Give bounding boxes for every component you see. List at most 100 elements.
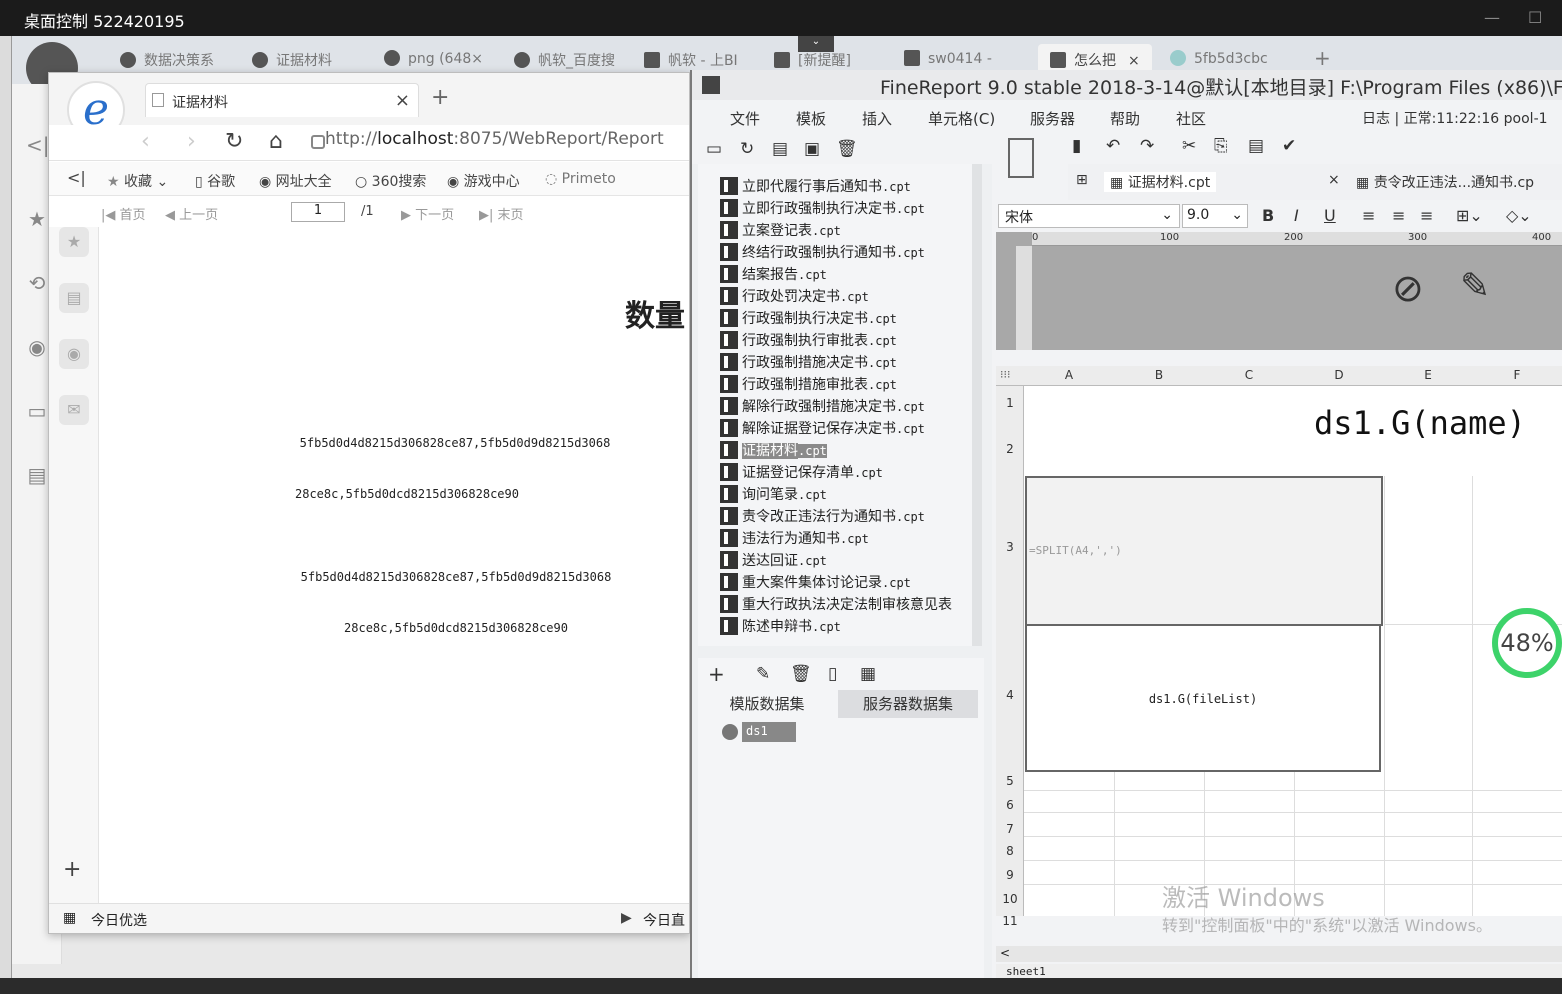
paste-icon[interactable]: ▤ <box>1248 136 1264 156</box>
add-icon[interactable]: + <box>708 662 725 686</box>
format-brush-icon[interactable]: ✔ <box>1282 136 1296 156</box>
next-page-button[interactable]: ▶ 下一页 <box>401 204 454 223</box>
sidebar-toggle-icon[interactable]: <| <box>67 168 86 187</box>
star-icon[interactable]: ★ <box>59 227 89 257</box>
star-icon[interactable]: ★ <box>26 208 48 230</box>
favorites-item[interactable]: ★ 收藏 ⌄ <box>107 171 168 191</box>
eye-off-icon[interactable]: ⊘ <box>1392 266 1424 310</box>
outer-tab[interactable]: 帆软_百度搜 <box>514 50 615 72</box>
tree-item[interactable]: 行政强制措施决定书.cpt <box>720 352 897 372</box>
scroll-left-icon[interactable]: < <box>1000 946 1010 960</box>
back-icon[interactable]: ‹ <box>141 129 150 154</box>
row-7[interactable]: 7 <box>996 822 1024 836</box>
save-icon[interactable]: ▮ <box>1072 136 1081 156</box>
tree-item[interactable]: 终结行政强制执行通知书.cpt <box>720 242 925 262</box>
outer-tab[interactable]: 证据材料 <box>252 50 332 72</box>
row-11[interactable]: 11 <box>996 914 1024 928</box>
outer-tab[interactable]: [新提醒] <box>774 50 851 72</box>
row-10[interactable]: 10 <box>996 892 1024 906</box>
tree-item[interactable]: 行政强制执行审批表.cpt <box>720 330 897 350</box>
close-icon[interactable]: × <box>1128 53 1140 69</box>
outer-tab[interactable]: 帆软 - 上BI <box>644 50 738 72</box>
cell-title-formula[interactable]: ds1.G(name) <box>1314 404 1526 442</box>
doc-icon[interactable]: ▤ <box>26 464 48 486</box>
forward-icon[interactable]: › <box>187 129 196 154</box>
weibo-icon[interactable]: ◉ <box>26 336 48 358</box>
first-page-button[interactable]: |◀ 首页 <box>101 204 146 223</box>
card-icon[interactable]: ▭ <box>26 400 48 422</box>
tree-item[interactable]: 解除行政强制措施决定书.cpt <box>720 396 925 416</box>
add-button[interactable]: + <box>63 857 81 882</box>
tree-item[interactable]: 陈述申辩书.cpt <box>720 616 841 636</box>
delete-icon[interactable]: 🗑 <box>836 139 858 159</box>
favorites-item[interactable]: ◉ 网址大全 <box>259 171 332 191</box>
new-tab-button[interactable]: + <box>431 85 449 110</box>
tree-item[interactable]: 行政强制措施审批表.cpt <box>720 374 897 394</box>
collapse-icon[interactable]: <| <box>26 134 50 156</box>
favorites-item[interactable]: ◌ Primeto <box>545 171 616 187</box>
cell-a3[interactable]: =SPLIT(A4,',') <box>1025 476 1383 626</box>
column-f[interactable]: F <box>1472 368 1562 382</box>
copy-icon[interactable]: ⎘ <box>1214 136 1228 156</box>
refresh-icon[interactable]: ↻ <box>740 139 754 159</box>
row-8[interactable]: 8 <box>996 844 1024 858</box>
menu-server[interactable]: 服务器 <box>1030 108 1075 129</box>
mail-icon[interactable]: ✉ <box>59 395 89 425</box>
status-right[interactable]: 今日直 <box>643 910 685 930</box>
menu-cell[interactable]: 单元格(C) <box>928 108 995 129</box>
close-tab-icon[interactable]: × <box>395 90 410 111</box>
row-2[interactable]: 2 <box>996 442 1024 456</box>
outer-tab[interactable]: png (648× <box>384 50 483 72</box>
edit-icon[interactable]: ✎ <box>756 664 770 684</box>
doc-tab[interactable]: ▦ 责令改正违法...通知书.cp <box>1356 172 1534 192</box>
favorites-item[interactable]: ▯ 谷歌 <box>195 171 235 191</box>
dataset-item[interactable]: ds1 <box>742 722 796 742</box>
tab-server-dataset[interactable]: 服务器数据集 <box>838 690 978 718</box>
history-icon[interactable]: ⟲ <box>26 272 48 294</box>
open-folder-icon[interactable]: ▭ <box>706 139 722 159</box>
last-page-button[interactable]: ▶| 末页 <box>479 204 524 223</box>
tree-item[interactable]: 违法行为通知书.cpt <box>720 528 869 548</box>
browser-tab[interactable]: 证据材料 × <box>145 83 419 117</box>
align-center-icon[interactable]: ≡ <box>1392 206 1405 225</box>
delete-icon[interactable]: 🗑 <box>790 664 812 684</box>
list-icon[interactable]: ▤ <box>772 139 788 159</box>
undo-icon[interactable]: ↶ <box>1106 136 1120 156</box>
menu-file[interactable]: 文件 <box>730 108 760 129</box>
home-icon[interactable]: ⌂ <box>269 129 283 154</box>
tree-item[interactable]: 立即行政强制执行决定书.cpt <box>720 198 925 218</box>
maximize-button[interactable]: ☐ <box>1528 8 1542 27</box>
tab-template-dataset[interactable]: 模版数据集 <box>698 690 836 718</box>
column-a[interactable]: A <box>1024 368 1114 382</box>
favorites-item[interactable]: ○ 360搜索 <box>355 171 426 191</box>
outer-tab[interactable]: sw0414 - <box>904 50 992 72</box>
favorites-item[interactable]: ◉ 游戏中心 <box>447 171 520 191</box>
tree-item[interactable]: 证据登记保存清单.cpt <box>720 462 883 482</box>
weibo-icon[interactable]: ◉ <box>59 339 89 369</box>
doc-tab-active[interactable]: ▦ 证据材料.cpt <box>1104 172 1217 192</box>
minimize-button[interactable]: — <box>1484 8 1500 27</box>
column-b[interactable]: B <box>1114 368 1204 382</box>
row-1[interactable]: 1 <box>996 396 1024 410</box>
address-bar[interactable]: http://localhost:8075/WebReport/Report <box>325 129 689 157</box>
settings-icon[interactable]: ▣ <box>804 139 820 159</box>
tree-item[interactable]: 询问笔录.cpt <box>720 484 827 504</box>
font-select[interactable]: 宋体 ⌄ <box>998 204 1180 228</box>
horizontal-scrollbar[interactable]: < <box>996 946 1562 962</box>
row-6[interactable]: 6 <box>996 798 1024 812</box>
row-5[interactable]: 5 <box>996 774 1024 788</box>
close-icon[interactable]: × <box>1328 172 1340 188</box>
tree-item[interactable]: 行政强制执行决定书.cpt <box>720 308 897 328</box>
tree-item[interactable]: 送达回证.cpt <box>720 550 827 570</box>
pencil-icon[interactable]: ✎ <box>1460 266 1490 307</box>
tree-item[interactable]: 重大案件集体讨论记录.cpt <box>720 572 911 592</box>
column-d[interactable]: D <box>1294 368 1384 382</box>
outer-tab[interactable]: 数据决策系 <box>120 50 214 72</box>
cell-a4[interactable]: ds1.G(fileList) <box>1025 624 1381 772</box>
menu-insert[interactable]: 插入 <box>862 108 892 129</box>
column-c[interactable]: C <box>1204 368 1294 382</box>
cut-icon[interactable]: ✂ <box>1182 136 1196 156</box>
tree-item[interactable]: 立案登记表.cpt <box>720 220 841 240</box>
tree-item[interactable]: 责令改正违法行为通知书.cpt <box>720 506 925 526</box>
refresh-icon[interactable]: ↻ <box>225 129 243 154</box>
